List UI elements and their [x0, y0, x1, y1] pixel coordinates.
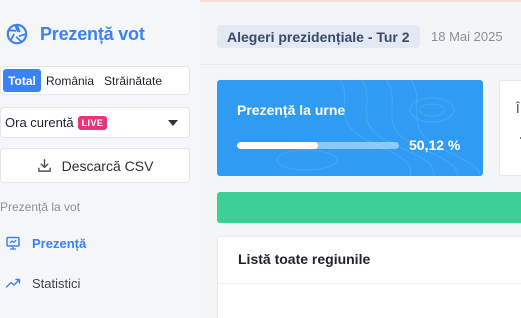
- nav-item-prezenta[interactable]: Prezență: [0, 231, 86, 255]
- chevron-down-icon: [168, 120, 178, 126]
- topographic-pattern: [276, 80, 481, 176]
- nav-item-statistici[interactable]: Statistici: [0, 271, 80, 295]
- page-title: Alegeri prezidențiale - Tur 2: [217, 25, 420, 48]
- aperture-logo-icon: [6, 23, 28, 45]
- page-header: Alegeri prezidențiale - Tur 2 18 Mai 202…: [200, 2, 521, 65]
- turnout-progress-bar: [237, 142, 399, 149]
- section-label: Prezență la vot: [0, 200, 81, 214]
- download-icon: [37, 159, 51, 172]
- main-content: Alegeri prezidențiale - Tur 2 18 Mai 202…: [200, 0, 521, 318]
- live-badge: LIVE: [77, 115, 108, 130]
- segment-romania[interactable]: România: [41, 69, 99, 92]
- region-segmented-control: Total România Străinătate: [0, 66, 190, 95]
- secondary-stat-card: Î: [499, 80, 521, 176]
- time-select[interactable]: Ora curentă LIVE: [0, 107, 190, 138]
- brand[interactable]: Prezență vot: [6, 20, 145, 48]
- regions-list-divider: [218, 283, 521, 284]
- turnout-card-title: Prezență la urne: [237, 102, 346, 118]
- app-title: Prezență vot: [40, 23, 145, 44]
- header-date: 18 Mai 2025: [431, 29, 503, 44]
- download-csv-button[interactable]: Descarcă CSV: [0, 148, 190, 183]
- nav-label-prezenta: Prezență: [32, 235, 87, 251]
- segment-total[interactable]: Total: [3, 69, 41, 92]
- secondary-card-peek-text: Î: [516, 101, 520, 116]
- nav-label-statistici: Statistici: [32, 275, 81, 291]
- regions-list-title: Listă toate regiunile: [238, 251, 371, 267]
- turnout-value: 50,12 %: [409, 137, 461, 153]
- regions-list-card: Listă toate regiunile: [217, 236, 521, 318]
- segment-strainatate[interactable]: Străinătate: [99, 69, 167, 92]
- status-bar: [217, 192, 521, 223]
- sidebar: Prezență vot Total România Străinătate O…: [0, 0, 200, 318]
- monitor-icon: [6, 236, 20, 250]
- download-csv-label: Descarcă CSV: [61, 157, 154, 174]
- trend-line-icon: [5, 278, 21, 288]
- turnout-progress-fill: [237, 142, 319, 149]
- turnout-card: Prezență la urne 50,12 %: [217, 80, 483, 176]
- time-select-value: Ora curentă: [5, 115, 74, 130]
